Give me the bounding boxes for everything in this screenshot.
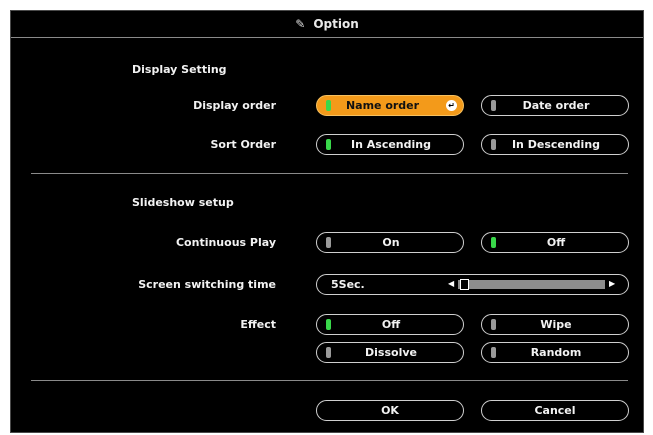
continuous-play-off-button[interactable]: Off: [481, 232, 629, 253]
in-ascending-button[interactable]: In Ascending: [316, 134, 464, 155]
effect-wipe-button[interactable]: Wipe: [481, 314, 629, 335]
continuous-play-on-button[interactable]: On: [316, 232, 464, 253]
slider-right-arrow-icon[interactable]: ▶: [609, 279, 615, 288]
cancel-button[interactable]: Cancel: [481, 400, 629, 421]
slider-left-arrow-icon[interactable]: ◀: [448, 279, 454, 288]
dialog-title: Option: [313, 17, 359, 31]
slider-thumb[interactable]: [460, 279, 469, 290]
tools-icon: ✎: [295, 17, 306, 31]
in-descending-button[interactable]: In Descending: [481, 134, 629, 155]
enter-icon: ↵: [446, 100, 457, 111]
effect-dissolve-button[interactable]: Dissolve: [316, 342, 464, 363]
slideshow-setup-heading: Slideshow setup: [132, 196, 234, 209]
sort-order-label: Sort Order: [210, 138, 276, 151]
title-bar: ✎ Option: [11, 11, 643, 38]
effect-label: Effect: [240, 318, 276, 331]
screen-switching-time-control[interactable]: 5Sec. ◀ ▶: [316, 274, 629, 295]
screen-switching-time-label: Screen switching time: [138, 278, 276, 291]
continuous-play-label: Continuous Play: [175, 236, 276, 249]
switching-time-slider[interactable]: [458, 279, 605, 290]
effect-random-button[interactable]: Random: [481, 342, 629, 363]
option-dialog: ✎ Option Display Setting Display order N…: [10, 10, 644, 433]
display-order-label: Display order: [193, 99, 276, 112]
divider: [31, 380, 628, 381]
switching-time-value: 5Sec.: [331, 278, 365, 291]
effect-off-button[interactable]: Off: [316, 314, 464, 335]
display-setting-heading: Display Setting: [132, 63, 227, 76]
ok-button[interactable]: OK: [316, 400, 464, 421]
name-order-button[interactable]: Name order ↵: [316, 95, 464, 116]
divider: [31, 173, 628, 174]
date-order-button[interactable]: Date order: [481, 95, 629, 116]
